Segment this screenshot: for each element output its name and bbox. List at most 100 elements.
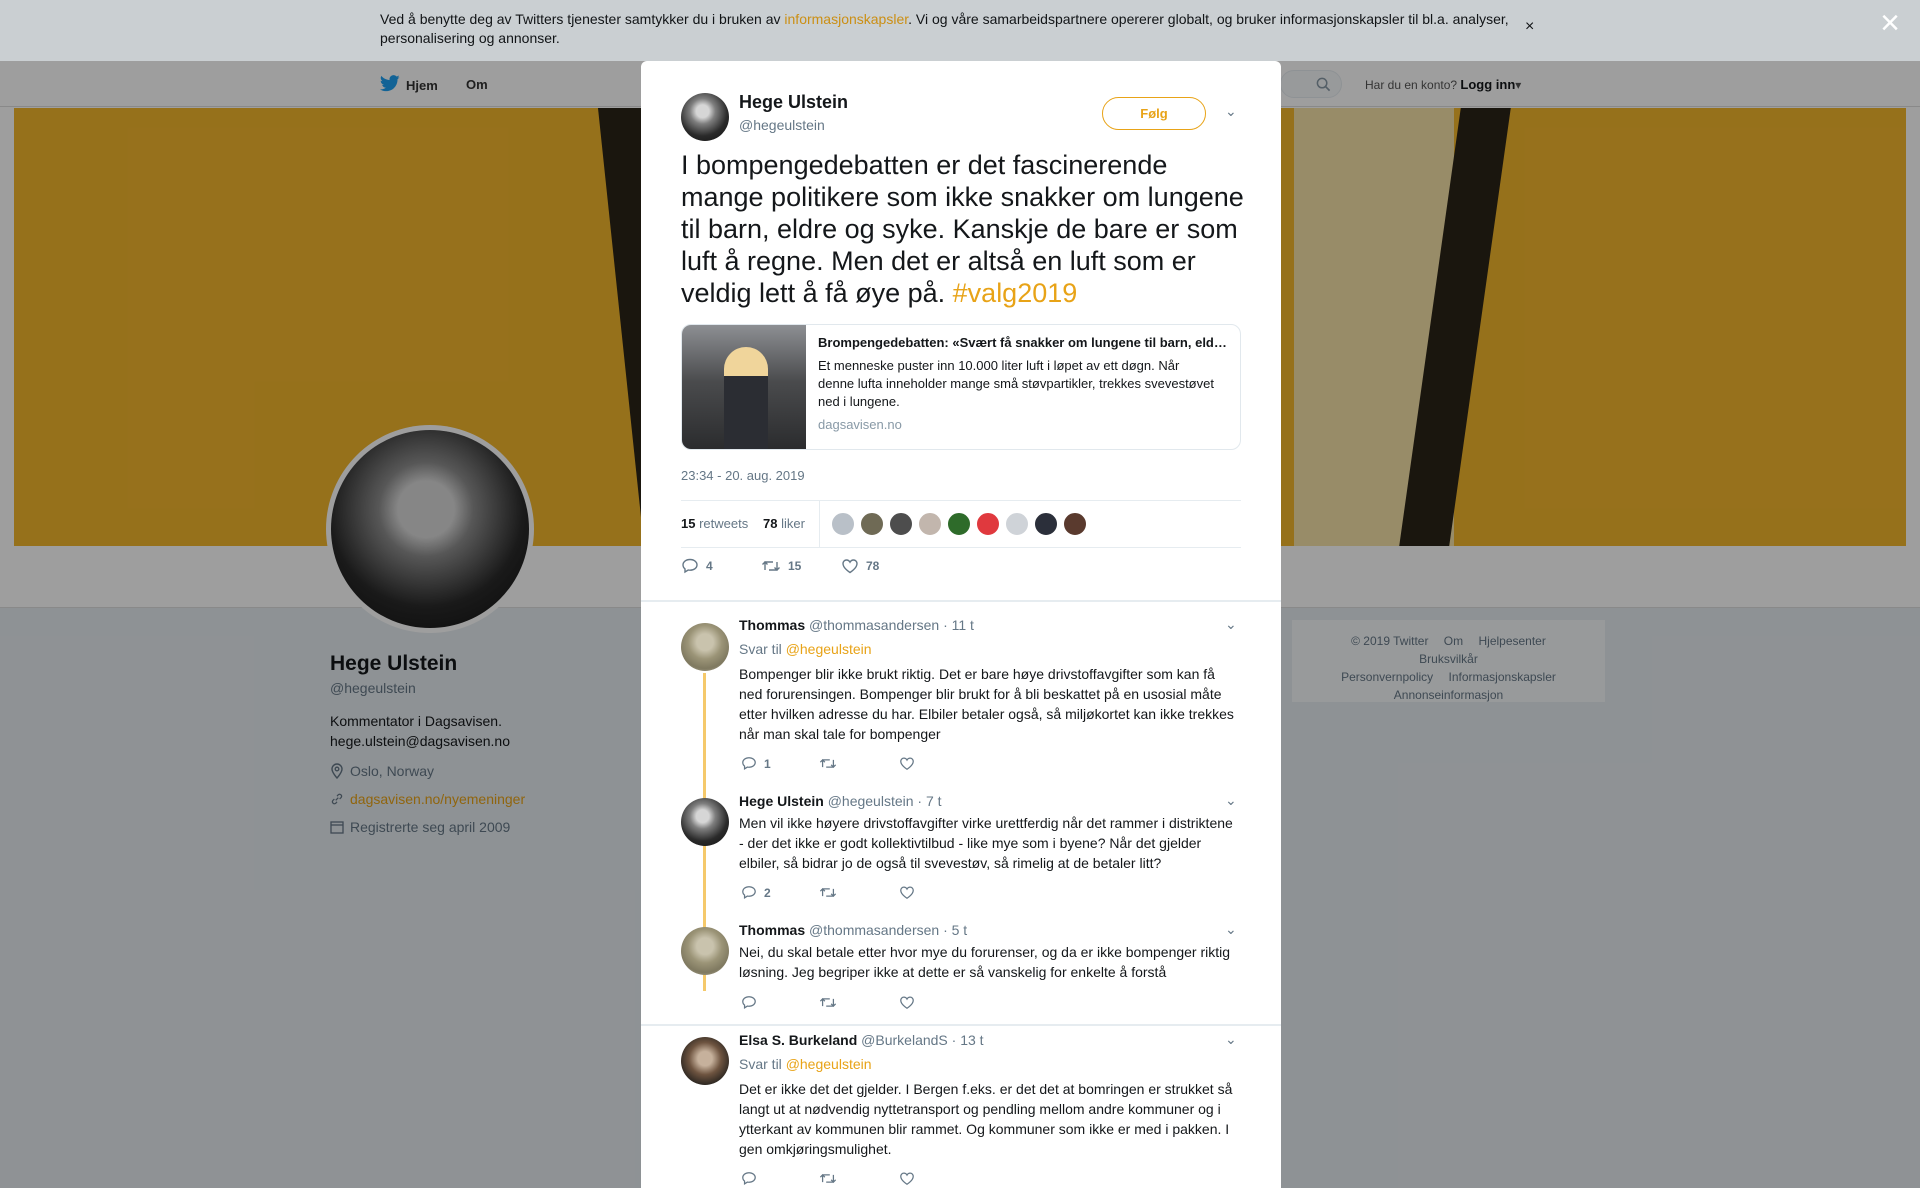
reply-button[interactable] <box>741 1171 819 1186</box>
reply-to-link[interactable]: @hegeulstein <box>786 641 872 657</box>
chevron-down-icon[interactable]: ⌄ <box>1225 921 1237 938</box>
reply-icon <box>742 886 756 899</box>
tweet-author-name[interactable]: Hege Ulstein <box>739 92 848 113</box>
divider <box>641 1024 1281 1026</box>
reply-icon <box>742 1172 756 1185</box>
retweet-count: 15 <box>788 559 802 573</box>
reply-avatar[interactable] <box>681 927 729 975</box>
chevron-down-icon[interactable]: ⌄ <box>1225 792 1237 809</box>
retweet-button[interactable] <box>819 1171 899 1186</box>
retweet-icon <box>819 998 837 1007</box>
like-stat[interactable]: 78 liker <box>763 516 805 531</box>
reply-author-handle[interactable]: @hegeulstein <box>828 793 914 809</box>
retweet-button[interactable] <box>819 995 899 1010</box>
retweet-icon <box>819 1174 837 1183</box>
retweet-icon <box>819 888 837 897</box>
reply-avatar[interactable] <box>681 798 729 846</box>
hashtag-link[interactable]: #valg2019 <box>953 278 1078 308</box>
liker-avatar[interactable] <box>860 512 884 536</box>
liker-avatar[interactable] <box>918 512 942 536</box>
reply-to-line: Svar til @hegeulstein <box>739 1056 872 1072</box>
reply-to-prefix: Svar til <box>739 641 782 657</box>
reply-count: 2 <box>764 885 771 900</box>
card-domain: dagsavisen.no <box>818 417 902 432</box>
chevron-down-icon[interactable]: ⌄ <box>1225 616 1237 633</box>
reply-author-name[interactable]: Elsa S. Burkeland <box>739 1032 857 1048</box>
chevron-down-icon[interactable]: ⌄ <box>1225 103 1237 120</box>
stat-divider <box>819 501 820 547</box>
retweet-stat-count: 15 <box>681 516 696 531</box>
reply-author-name[interactable]: Thommas <box>739 922 805 938</box>
reply-actions: 1 <box>741 756 915 771</box>
retweet-button[interactable] <box>819 885 899 900</box>
reply-actions: 2 <box>741 885 915 900</box>
tweet-text: I bompengedebatten er det fascinerende m… <box>681 149 1256 309</box>
modal-overlay-top <box>0 0 1920 61</box>
heart-icon <box>900 996 914 1010</box>
reply-header: Thommas @thommasandersen · 11 t <box>739 617 974 633</box>
reply-to-link[interactable]: @hegeulstein <box>786 1056 872 1072</box>
chevron-down-icon[interactable]: ⌄ <box>1225 1031 1237 1048</box>
reply-author-name[interactable]: Thommas <box>739 617 805 633</box>
card-thumbnail <box>682 325 806 449</box>
like-button[interactable] <box>899 1171 915 1186</box>
like-button[interactable]: 78 <box>841 558 879 574</box>
reply-text: Bompenger blir ikke brukt riktig. Det er… <box>739 666 1234 742</box>
retweet-button[interactable] <box>819 756 899 771</box>
reply-button[interactable]: 1 <box>741 756 819 771</box>
follow-button[interactable]: Følg <box>1102 97 1206 130</box>
reply-author-handle[interactable]: @BurkelandS <box>861 1032 948 1048</box>
reply-author-handle[interactable]: @thommasandersen <box>809 922 939 938</box>
reply-header: Hege Ulstein @hegeulstein · 7 t <box>739 793 942 809</box>
reply-text: Nei, du skal betale etter hvor mye du fo… <box>739 944 1231 980</box>
liker-avatar[interactable] <box>947 512 971 536</box>
card-title: Brompengedebatten: «Svært få snakker om … <box>818 335 1228 350</box>
reply-header: Elsa S. Burkeland @BurkelandS · 13 t <box>739 1032 984 1048</box>
reply-avatar[interactable] <box>681 623 729 671</box>
reply-button[interactable]: 4 <box>681 558 761 574</box>
reply-time[interactable]: · 5 t <box>943 922 967 938</box>
liker-avatar[interactable] <box>831 512 855 536</box>
heart-icon <box>900 1172 914 1186</box>
tweet-author-handle[interactable]: @hegeulstein <box>739 117 825 133</box>
tweet-author-avatar[interactable] <box>681 93 729 141</box>
reply-author-handle[interactable]: @thommasandersen <box>809 617 939 633</box>
reply-text: Det er ikke det det gjelder. I Bergen f.… <box>739 1081 1233 1157</box>
link-card[interactable]: Brompengedebatten: «Svært få snakker om … <box>681 324 1241 450</box>
heart-icon <box>900 757 914 771</box>
reply-avatar[interactable] <box>681 1037 729 1085</box>
tweet-timestamp[interactable]: 23:34 - 20. aug. 2019 <box>681 468 805 483</box>
reply-header: Thommas @thommasandersen · 5 t <box>739 922 967 938</box>
reply-icon <box>742 996 756 1009</box>
reply-actions <box>741 1171 915 1186</box>
reply-author-name[interactable]: Hege Ulstein <box>739 793 824 809</box>
reply-button[interactable] <box>741 995 819 1010</box>
liker-avatar[interactable] <box>1034 512 1058 536</box>
liker-avatar[interactable] <box>1063 512 1087 536</box>
liker-avatar[interactable] <box>976 512 1000 536</box>
retweet-button[interactable]: 15 <box>761 558 841 574</box>
like-button[interactable] <box>899 756 915 771</box>
reply-time[interactable]: · 7 t <box>917 793 941 809</box>
modal-close-button[interactable]: × <box>1875 6 1905 40</box>
reply-button[interactable]: 2 <box>741 885 819 900</box>
retweet-stat[interactable]: 15 retweets <box>681 516 748 531</box>
retweet-icon <box>762 561 780 571</box>
reply-to-line: Svar til @hegeulstein <box>739 641 872 657</box>
reply-time[interactable]: · 13 t <box>952 1032 984 1048</box>
heart-icon <box>900 886 914 900</box>
like-button[interactable] <box>899 885 915 900</box>
retweet-icon <box>819 759 837 768</box>
tweet-stats: 15 retweets 78 liker <box>681 500 1241 548</box>
divider <box>641 600 1281 602</box>
liker-avatar[interactable] <box>889 512 913 536</box>
like-button[interactable] <box>899 995 915 1010</box>
reply-count: 1 <box>764 756 771 771</box>
reply-time[interactable]: · 11 t <box>943 617 974 633</box>
liker-avatar[interactable] <box>1005 512 1029 536</box>
reply-icon <box>742 757 756 770</box>
reply-text: Men vil ikke høyere drivstoffavgifter vi… <box>739 815 1233 871</box>
reply-icon <box>682 558 698 574</box>
reply-actions <box>741 995 915 1010</box>
reply-to-prefix: Svar til <box>739 1056 782 1072</box>
